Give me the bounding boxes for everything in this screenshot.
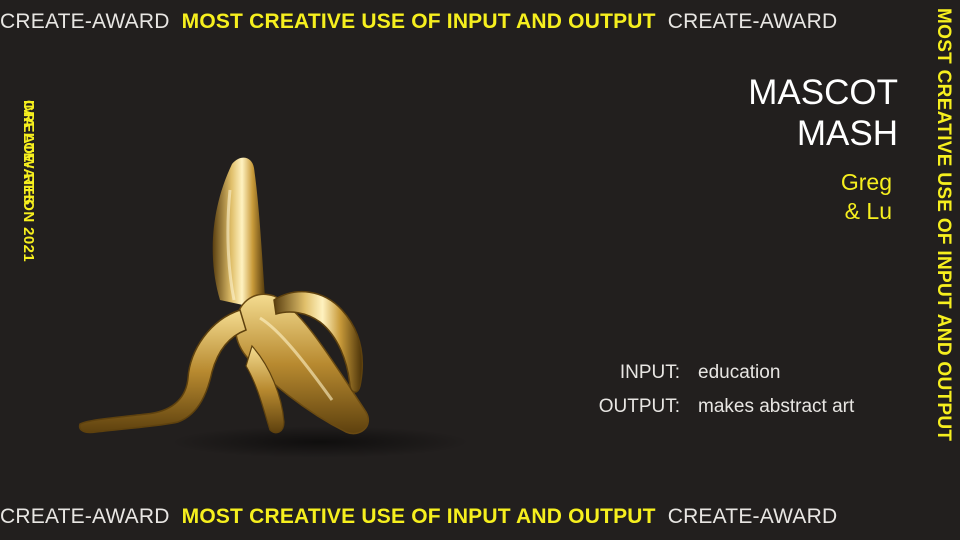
left-vertical-banner: IMA LOW RES CREATE-ATHON 2021 (16, 100, 44, 470)
bottom-band-right-award: CREATE-AWARD (667, 505, 838, 528)
right-vertical-banner: MOST CREATIVE USE OF INPUT AND OUTPUT (928, 0, 958, 540)
bottom-band-left-award: CREATE-AWARD (0, 505, 170, 528)
bottom-award-band: CREATE-AWARD MOST CREATIVE USE OF INPUT … (0, 497, 930, 537)
input-label: INPUT: (619, 362, 680, 383)
golden-banana-image (70, 150, 470, 470)
project-title-line-2: MASH (796, 114, 898, 153)
banana-peel-left (78, 309, 247, 434)
author-line-1: Greg (840, 169, 892, 195)
input-value: education (698, 362, 781, 383)
author-line-2: & Lu (844, 198, 892, 224)
top-band-left-award: CREATE-AWARD (0, 10, 170, 33)
banana-upper-stem (212, 157, 266, 310)
right-vertical-category: MOST CREATIVE USE OF INPUT AND OUTPUT (933, 8, 954, 442)
output-value: makes abstract art (698, 396, 855, 417)
top-award-band: CREATE-AWARD MOST CREATIVE USE OF INPUT … (0, 2, 930, 42)
project-title-line-1: MASCOT (748, 73, 898, 112)
bottom-band-category: MOST CREATIVE USE OF INPUT AND OUTPUT (181, 505, 656, 528)
input-row: INPUT: education (560, 356, 900, 390)
top-band-category: MOST CREATIVE USE OF INPUT AND OUTPUT (181, 10, 656, 33)
input-output-details: INPUT: education OUTPUT: makes abstract … (560, 356, 900, 424)
project-authors: Greg & Lu (841, 168, 892, 226)
project-title: MASCOT MASH (748, 72, 898, 154)
top-band-right-award: CREATE-AWARD (667, 10, 838, 33)
left-vertical-event: CREATE-ATHON 2021 (20, 100, 37, 263)
output-row: OUTPUT: makes abstract art (560, 390, 900, 424)
output-label: OUTPUT: (598, 396, 680, 417)
golden-banana-icon (78, 157, 470, 458)
